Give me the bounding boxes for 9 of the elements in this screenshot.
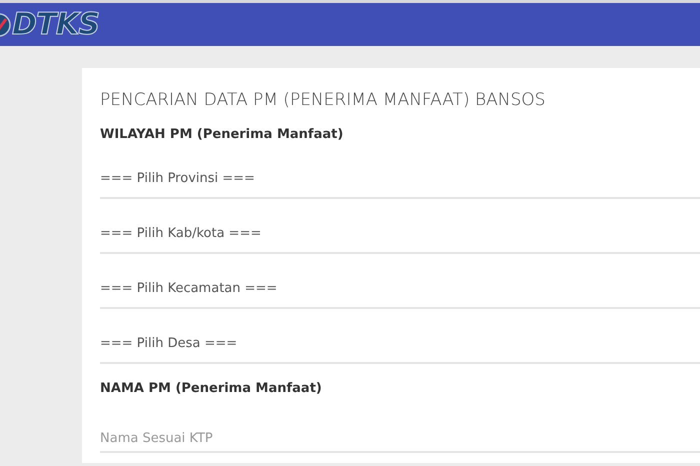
select-field[interactable]: === Pilih Desa === <box>100 326 700 364</box>
select-field[interactable]: === Pilih Kecamatan === <box>100 271 700 309</box>
section-heading: NAMA PM (Penerima Manfaat) <box>100 380 323 398</box>
input-field[interactable]: Nama Sesuai KTP <box>100 415 700 453</box>
logo-text: DTKS <box>12 10 100 40</box>
section-heading: WILAYAH PM (Penerima Manfaat) <box>100 126 344 144</box>
select-field[interactable]: === Pilih Provinsi === <box>100 161 700 199</box>
select-field[interactable]: === Pilih Kab/kota === <box>100 216 700 254</box>
form-title: PENCARIAN DATA PM (PENERIMA MANFAAT) BANSOS <box>100 90 546 110</box>
